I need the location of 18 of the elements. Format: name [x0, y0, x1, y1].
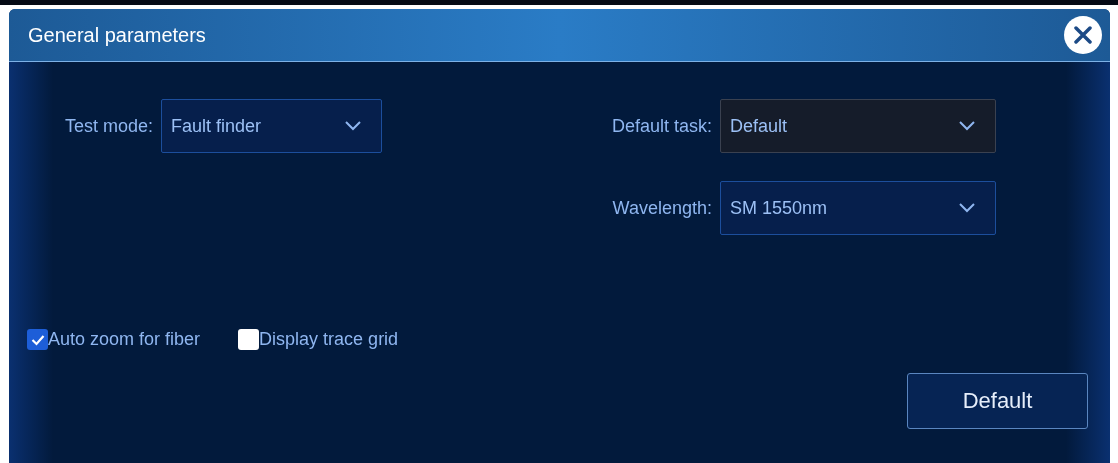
dropdown[interactable]: Fault finder	[161, 99, 383, 153]
dialog-title: General parameters	[28, 23, 206, 47]
close-icon	[1074, 26, 1092, 44]
chevron-down-icon	[959, 203, 975, 213]
checkbox-label[interactable]: Auto zoom for fiber	[27, 329, 201, 350]
chevron-down-icon	[345, 121, 362, 131]
checkbox[interactable]	[238, 329, 260, 350]
checkmark-icon	[30, 333, 45, 346]
field-label: Test mode:	[65, 115, 154, 137]
field-label: Default task:	[611, 115, 712, 137]
checkbox[interactable]	[27, 329, 48, 350]
checkbox-label[interactable]: Display trace grid	[238, 329, 399, 350]
default-button[interactable]: Default	[907, 373, 1088, 429]
field-label: Wavelength:	[612, 197, 712, 219]
close-button[interactable]	[1064, 16, 1102, 54]
dropdown[interactable]: SM 1550nm	[720, 181, 996, 235]
chevron-down-icon	[959, 121, 975, 131]
dropdown[interactable]: Default	[720, 99, 996, 153]
